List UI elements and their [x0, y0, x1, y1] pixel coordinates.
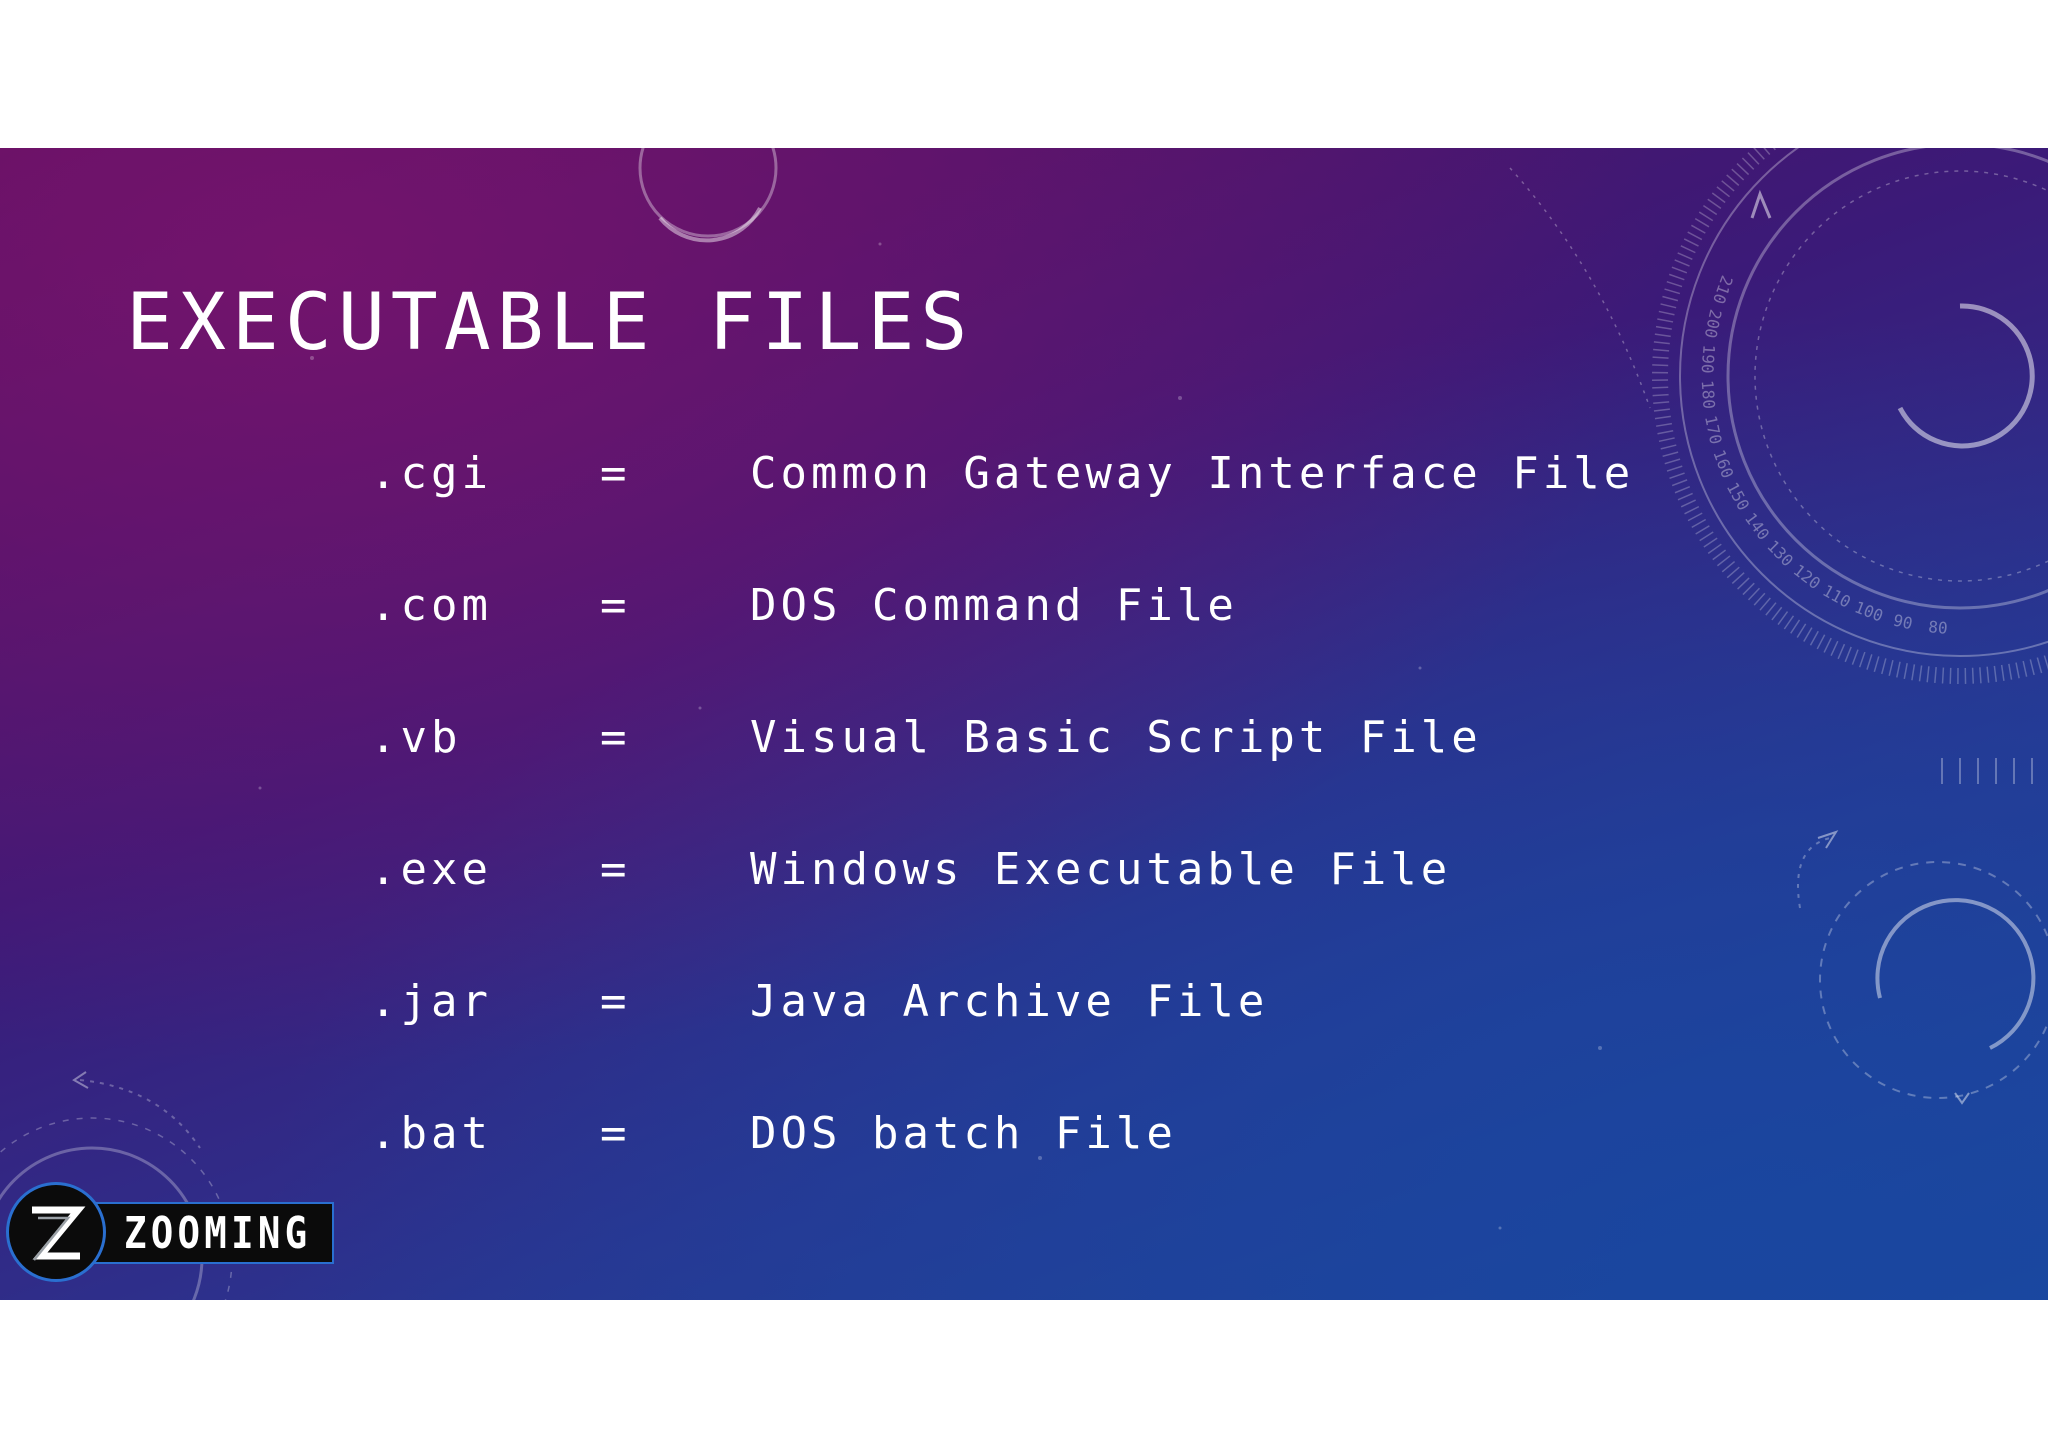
extension-list: .cgi = Common Gateway Interface File .co… — [370, 448, 1670, 1240]
dial-number: 110 — [1819, 581, 1854, 612]
dial-number: 210 — [1709, 273, 1737, 307]
file-description: Visual Basic Script File — [750, 712, 1482, 763]
file-extension: .vb — [370, 712, 462, 763]
file-description: DOS batch File — [750, 1108, 1177, 1159]
page: 80 90 100 110 120 130 140 150 160 170 180 190 200 210 — [0, 0, 2048, 1448]
file-extension: .com — [370, 580, 492, 631]
logo-wordmark: ZOOMING — [124, 1207, 312, 1259]
slide-title: EXECUTABLE FILES — [126, 278, 974, 368]
list-item: .bat = DOS batch File — [370, 1108, 1670, 1240]
file-description: Common Gateway Interface File — [750, 448, 1635, 499]
file-description: Windows Executable File — [750, 844, 1452, 895]
z-letter-icon — [32, 1206, 86, 1261]
dial-number: 190 — [1698, 344, 1719, 374]
equals-sign: = — [600, 712, 631, 763]
equals-sign: = — [600, 580, 631, 631]
equals-sign: = — [600, 1108, 631, 1159]
dial-number: 90 — [1891, 611, 1914, 634]
file-extension: .bat — [370, 1108, 492, 1159]
dial-numbers: 80 90100110120130140150160170 180 190 200210 — [1698, 273, 1949, 638]
file-description: DOS Command File — [750, 580, 1238, 631]
equals-sign: = — [600, 844, 631, 895]
equals-sign: = — [600, 448, 631, 499]
dial-number: 120 — [1790, 561, 1825, 594]
dial-number: 170 — [1701, 414, 1726, 446]
zooming-logo: ZOOMING — [6, 1182, 336, 1286]
file-extension: .jar — [370, 976, 492, 1027]
tick-marks-graphic — [1941, 758, 2033, 784]
dial-number: 150 — [1723, 479, 1753, 513]
list-item: .cgi = Common Gateway Interface File — [370, 448, 1670, 580]
logo-wordmark-bar: ZOOMING — [90, 1202, 334, 1264]
list-item: .com = DOS Command File — [370, 580, 1670, 712]
list-item: .vb = Visual Basic Script File — [370, 712, 1670, 844]
lower-right-ring-graphic — [1797, 830, 2048, 1105]
equals-sign: = — [600, 976, 631, 1027]
dial-number: 160 — [1709, 447, 1737, 481]
slide: 80 90 100 110 120 130 140 150 160 170 180 190 200 210 — [0, 148, 2048, 1300]
dial-number: 80 — [1928, 617, 1949, 638]
list-item: .exe = Windows Executable File — [370, 844, 1670, 976]
dial-number: 180 — [1698, 379, 1719, 409]
list-item: .jar = Java Archive File — [370, 976, 1670, 1108]
file-description: Java Archive File — [750, 976, 1269, 1027]
dial-number: 130 — [1763, 536, 1797, 570]
top-ring-graphic — [638, 148, 778, 243]
file-extension: .cgi — [370, 448, 492, 499]
dial-number: 100 — [1852, 597, 1886, 625]
file-extension: .exe — [370, 844, 492, 895]
dial-number: 200 — [1701, 308, 1726, 340]
dial-number: 140 — [1741, 509, 1773, 544]
